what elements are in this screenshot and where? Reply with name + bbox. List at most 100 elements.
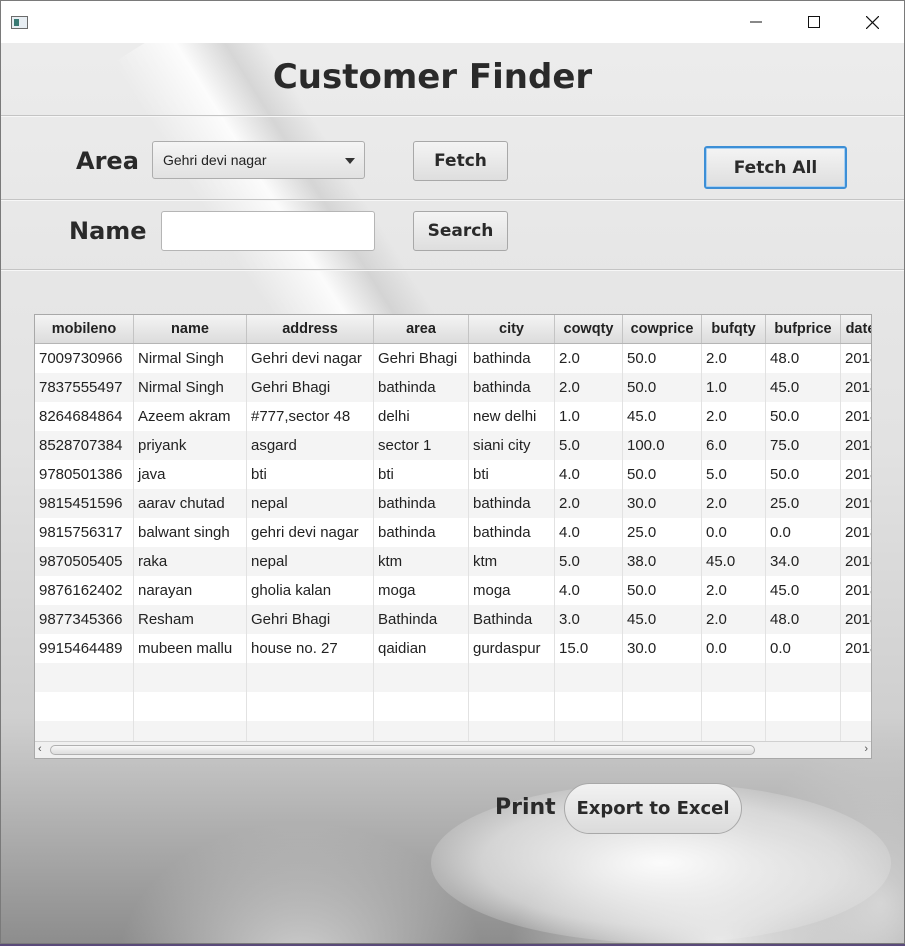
column-header-bufqty[interactable]: bufqty: [702, 315, 766, 343]
close-button[interactable]: [843, 1, 901, 43]
table-row[interactable]: 9870505405 raka nepal ktm ktm 5.0 38.0 45.0 34.0…: [35, 547, 871, 576]
table-body: 7009730966 Nirmal Singh Gehri devi nagar Ge…: [35, 344, 871, 750]
table-cell: 2018: [841, 373, 871, 402]
table-row[interactable]: 9876162402 narayan gholia kalan moga moga 4.0…: [35, 576, 871, 605]
column-header-date[interactable]: date: [841, 315, 871, 343]
table-cell: house no. 27: [247, 634, 374, 663]
table-cell: narayan: [134, 576, 247, 605]
area-dropdown[interactable]: Gehri devi nagar: [152, 141, 365, 179]
table-cell: 3.0: [555, 605, 623, 634]
table-cell: [469, 692, 555, 721]
table-row[interactable]: 9815756317 balwant singh gehri devi nagar b…: [35, 518, 871, 547]
table-cell: [469, 663, 555, 692]
maximize-button[interactable]: [785, 1, 843, 43]
column-header-address[interactable]: address: [247, 315, 374, 343]
table-cell: 2018: [841, 518, 871, 547]
fetch-all-button[interactable]: Fetch All: [704, 146, 847, 189]
table-row[interactable]: 7009730966 Nirmal Singh Gehri devi nagar Ge…: [35, 344, 871, 373]
table-cell: asgard: [247, 431, 374, 460]
table-cell: Nirmal Singh: [134, 344, 247, 373]
table-cell: 8528707384: [35, 431, 134, 460]
table-cell: 2.0: [555, 344, 623, 373]
table-cell: nepal: [247, 489, 374, 518]
table-cell: 45.0: [623, 402, 702, 431]
table-cell: 5.0: [555, 431, 623, 460]
table-cell: Azeem akram: [134, 402, 247, 431]
column-header-cowqty[interactable]: cowqty: [555, 315, 623, 343]
table-cell: [555, 692, 623, 721]
divider: [1, 115, 904, 117]
scroll-right-icon[interactable]: ›: [864, 743, 868, 755]
table-row[interactable]: [35, 692, 871, 721]
table-row[interactable]: 9915464489 mubeen mallu house no. 27 qaidia…: [35, 634, 871, 663]
table-cell: bathinda: [374, 518, 469, 547]
table-cell: 9870505405: [35, 547, 134, 576]
table-cell: [555, 663, 623, 692]
table-cell: 2018: [841, 605, 871, 634]
table-cell: 15.0: [555, 634, 623, 663]
table-cell: Gehri Bhagi: [247, 373, 374, 402]
table-row[interactable]: 9877345366 Resham Gehri Bhagi Bathinda Bathi…: [35, 605, 871, 634]
scrollbar-thumb[interactable]: [50, 745, 755, 755]
print-label: Print: [495, 795, 556, 820]
table-cell: ktm: [469, 547, 555, 576]
table-cell: new delhi: [469, 402, 555, 431]
table-cell: 2018: [841, 634, 871, 663]
table-cell: 6.0: [702, 431, 766, 460]
column-header-cowprice[interactable]: cowprice: [623, 315, 702, 343]
table-cell: 0.0: [702, 634, 766, 663]
table-cell: [623, 692, 702, 721]
table-cell: Bathinda: [469, 605, 555, 634]
title-bar: [1, 1, 904, 43]
table-cell: 25.0: [766, 489, 841, 518]
table-cell: [841, 663, 871, 692]
table-cell: sector 1: [374, 431, 469, 460]
table-cell: nepal: [247, 547, 374, 576]
table-row[interactable]: 7837555497 Nirmal Singh Gehri Bhagi bathind…: [35, 373, 871, 402]
table-row[interactable]: [35, 663, 871, 692]
scroll-left-icon[interactable]: ‹: [38, 743, 42, 755]
table-cell: bathinda: [469, 489, 555, 518]
column-header-mobileno[interactable]: mobileno: [35, 315, 134, 343]
table-cell: 0.0: [766, 518, 841, 547]
table-cell: 2.0: [702, 576, 766, 605]
column-header-area[interactable]: area: [374, 315, 469, 343]
table-cell: bathinda: [374, 489, 469, 518]
horizontal-scrollbar[interactable]: ‹ ›: [35, 741, 871, 758]
table-cell: 2.0: [702, 605, 766, 634]
table-cell: 1.0: [555, 402, 623, 431]
export-to-excel-button[interactable]: Export to Excel: [564, 783, 742, 834]
minimize-icon: [750, 21, 762, 23]
table-cell: [623, 663, 702, 692]
table-cell: qaidian: [374, 634, 469, 663]
column-header-bufprice[interactable]: bufprice: [766, 315, 841, 343]
column-header-name[interactable]: name: [134, 315, 247, 343]
search-button[interactable]: Search: [413, 211, 508, 251]
table-cell: [134, 663, 247, 692]
minimize-button[interactable]: [727, 1, 785, 43]
column-header-city[interactable]: city: [469, 315, 555, 343]
table-cell: Gehri devi nagar: [247, 344, 374, 373]
table-cell: priyank: [134, 431, 247, 460]
table-header: mobileno name address area city cowqty cowpric…: [35, 315, 871, 344]
table-row[interactable]: 8528707384 priyank asgard sector 1 siani cit…: [35, 431, 871, 460]
table-row[interactable]: 9780501386 java bti bti bti 4.0 50.0 5.0 50.0 201…: [35, 460, 871, 489]
table-cell: Resham: [134, 605, 247, 634]
table-cell: [841, 692, 871, 721]
table-row[interactable]: 9815451596 aarav chutad nepal bathinda bathi…: [35, 489, 871, 518]
fetch-button[interactable]: Fetch: [413, 141, 508, 181]
table-row[interactable]: 8264684864 Azeem akram #777,sector 48 delhi…: [35, 402, 871, 431]
table-cell: bti: [374, 460, 469, 489]
table-cell: bti: [469, 460, 555, 489]
app-window-icon: [11, 16, 28, 29]
customers-table[interactable]: mobileno name address area city cowqty cowpric…: [34, 314, 872, 759]
table-cell: ktm: [374, 547, 469, 576]
name-input[interactable]: [161, 211, 375, 251]
table-cell: 38.0: [623, 547, 702, 576]
table-cell: #777,sector 48: [247, 402, 374, 431]
table-cell: 45.0: [702, 547, 766, 576]
table-cell: 2.0: [555, 373, 623, 402]
table-cell: 2.0: [555, 489, 623, 518]
table-cell: [134, 692, 247, 721]
table-cell: 9815756317: [35, 518, 134, 547]
